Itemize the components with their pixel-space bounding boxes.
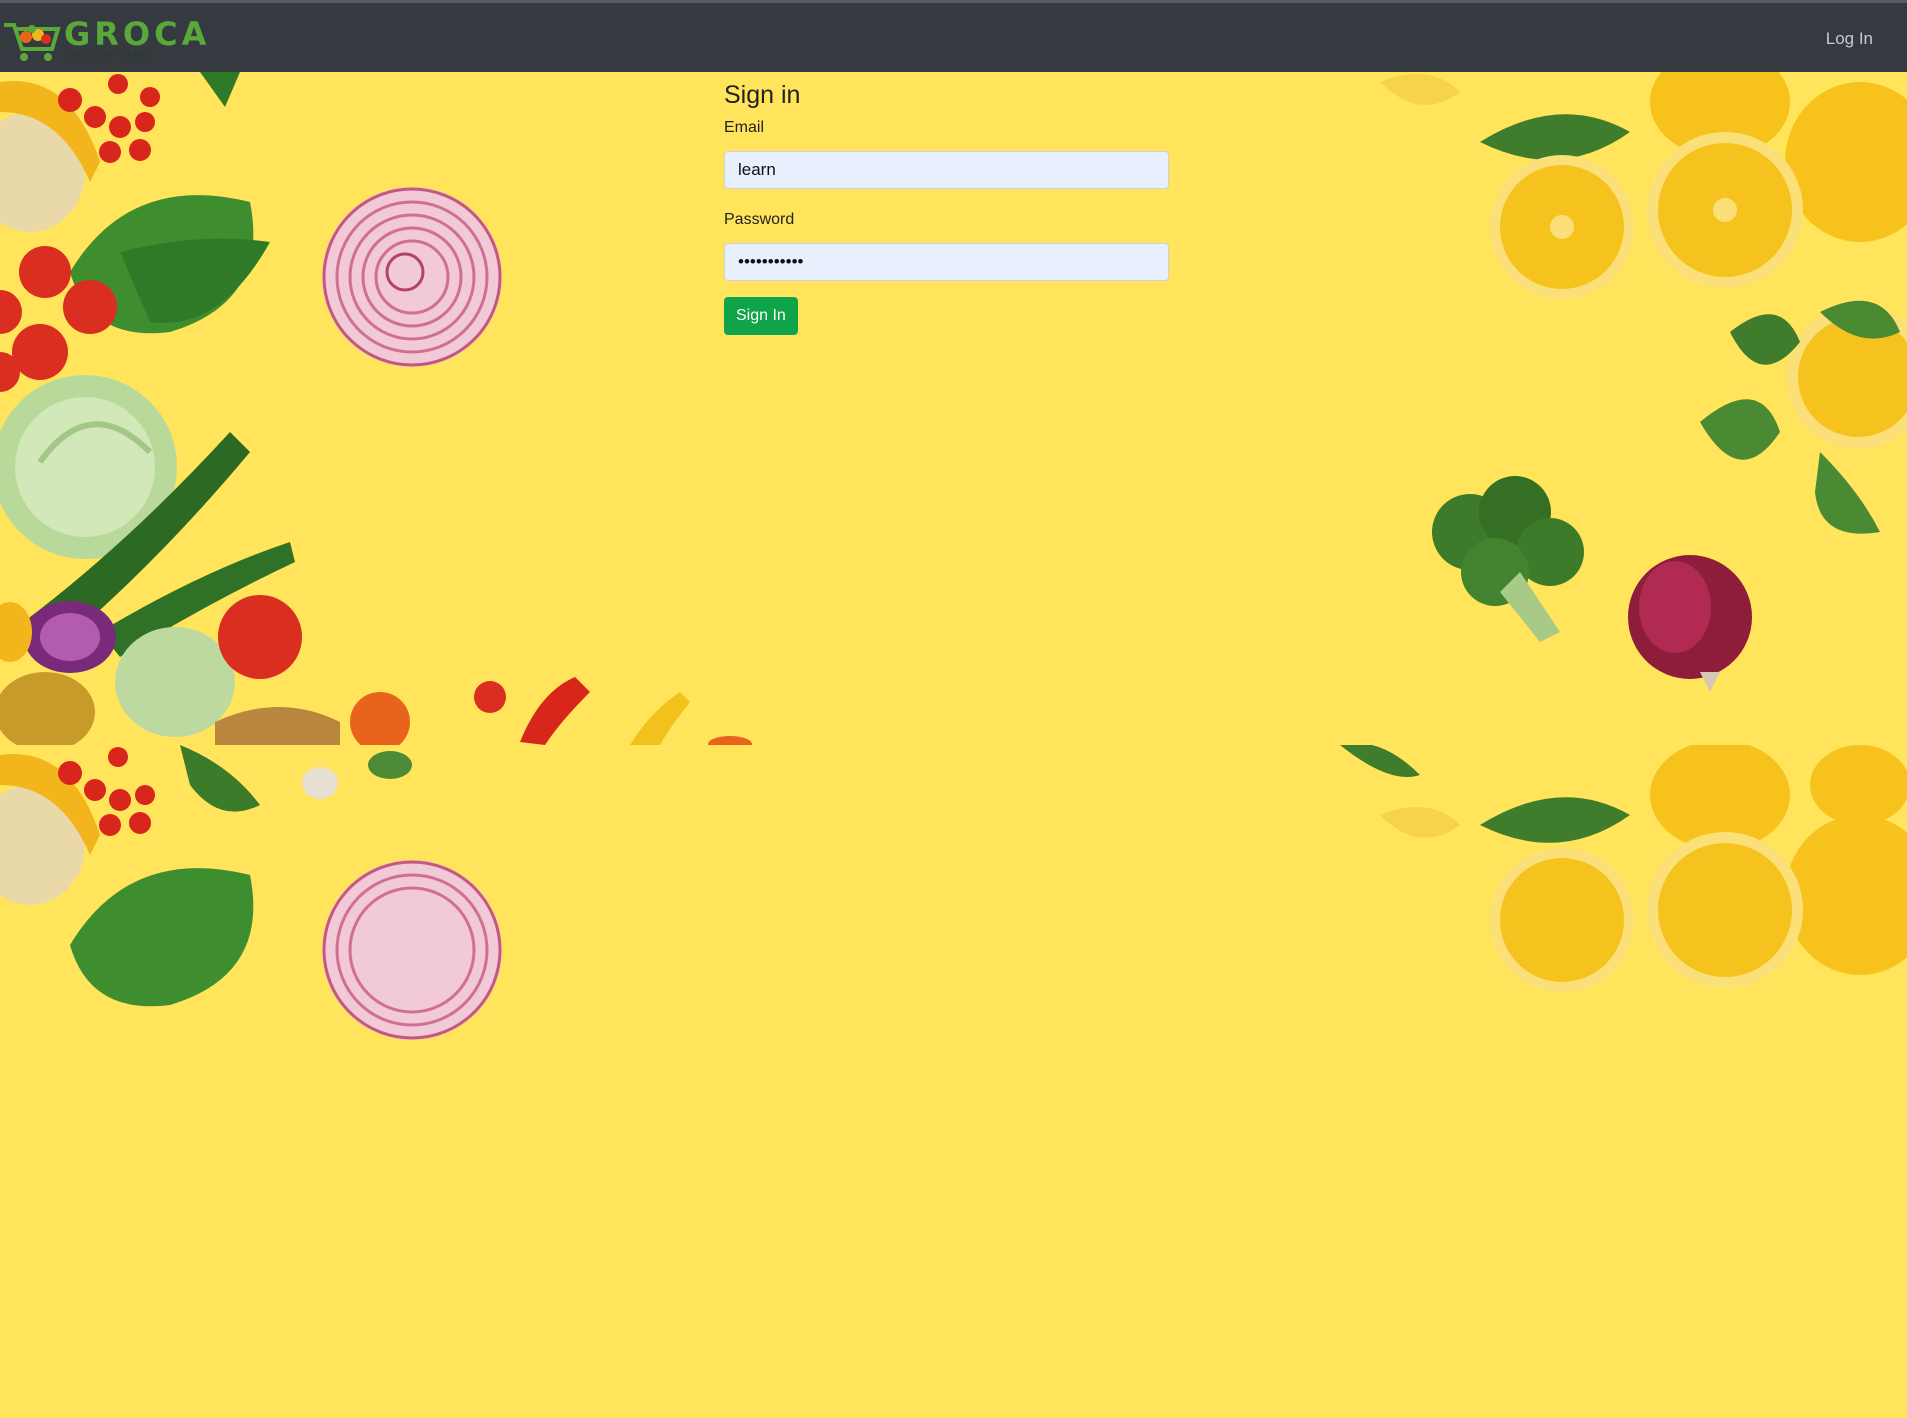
brand-name: GROCA xyxy=(64,15,211,53)
email-label: Email xyxy=(724,119,765,136)
brand-tagline: GROCERY MART xyxy=(66,50,154,61)
password-field[interactable] xyxy=(724,243,1169,281)
page-title: Sign in xyxy=(724,81,801,109)
navbar: GROCA GROCERY MART Log In xyxy=(0,0,1907,72)
cart-icon xyxy=(4,23,61,61)
signin-form: Sign in Email Password Sign In xyxy=(724,80,1169,335)
nav-login-link[interactable]: Log In xyxy=(1826,29,1873,49)
produce-illustration-repeat xyxy=(0,745,1907,1040)
brand-logo[interactable]: GROCA GROCERY MART xyxy=(2,15,206,65)
password-label: Password xyxy=(724,211,795,228)
signin-button[interactable]: Sign In xyxy=(724,297,798,335)
background-image-repeat xyxy=(0,745,1907,1418)
email-field[interactable] xyxy=(724,151,1169,189)
